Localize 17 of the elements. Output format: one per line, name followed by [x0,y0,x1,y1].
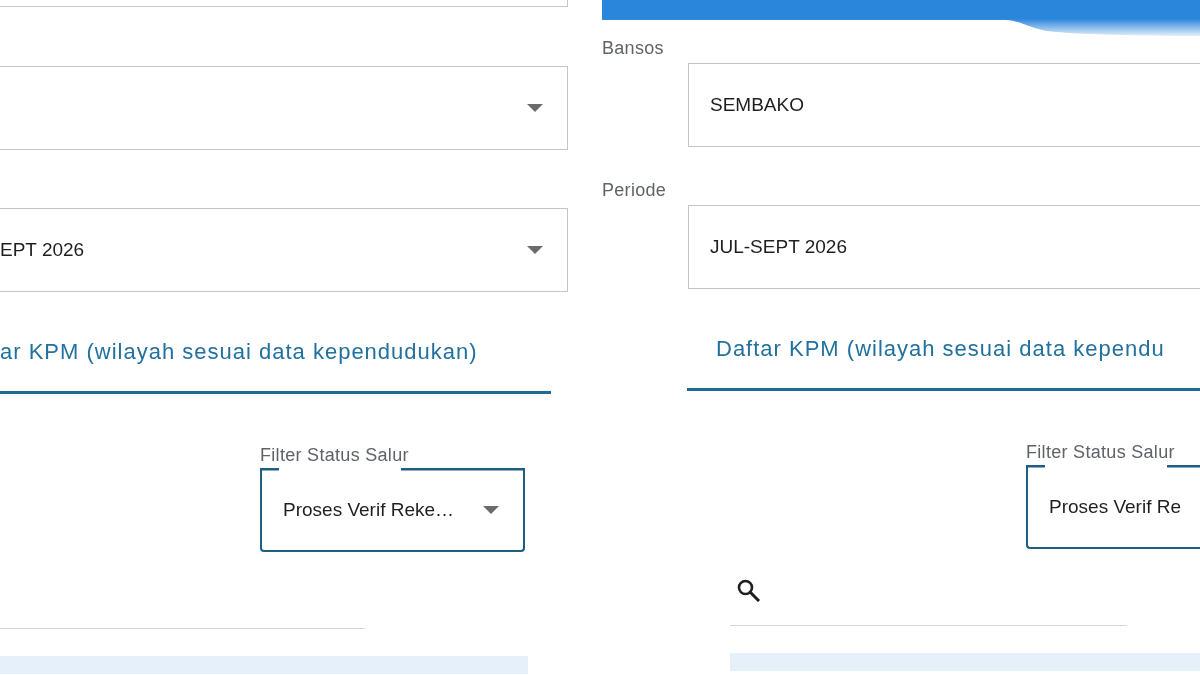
field-label: Filter Status Salur [260,445,409,465]
search-icon [736,578,760,602]
field-label: Filter Status Salur [1026,442,1175,462]
input-field[interactable]: JUL-SEPT 2026 [688,205,1200,289]
input-field[interactable] [0,0,568,7]
field-label: Periode [602,180,667,200]
dropdown-field[interactable]: EPT 2026 [0,208,568,292]
input-field[interactable]: Proses Verif Re [1026,465,1200,549]
caret-icon [527,104,543,112]
caret-icon [527,246,543,254]
input-field[interactable]: SEMBAKO [688,63,1200,147]
dropdown-field[interactable] [0,66,568,150]
dropdown-field[interactable]: Proses Verif Reke… [260,468,525,552]
field-label: Bansos [602,38,664,58]
tab[interactable]: Daftar KPM (wilayah sesuai data kependu [687,335,1200,391]
tab[interactable]: ar KPM (wilayah sesuai data kependudukan) [0,338,551,394]
caret-icon [483,506,499,515]
